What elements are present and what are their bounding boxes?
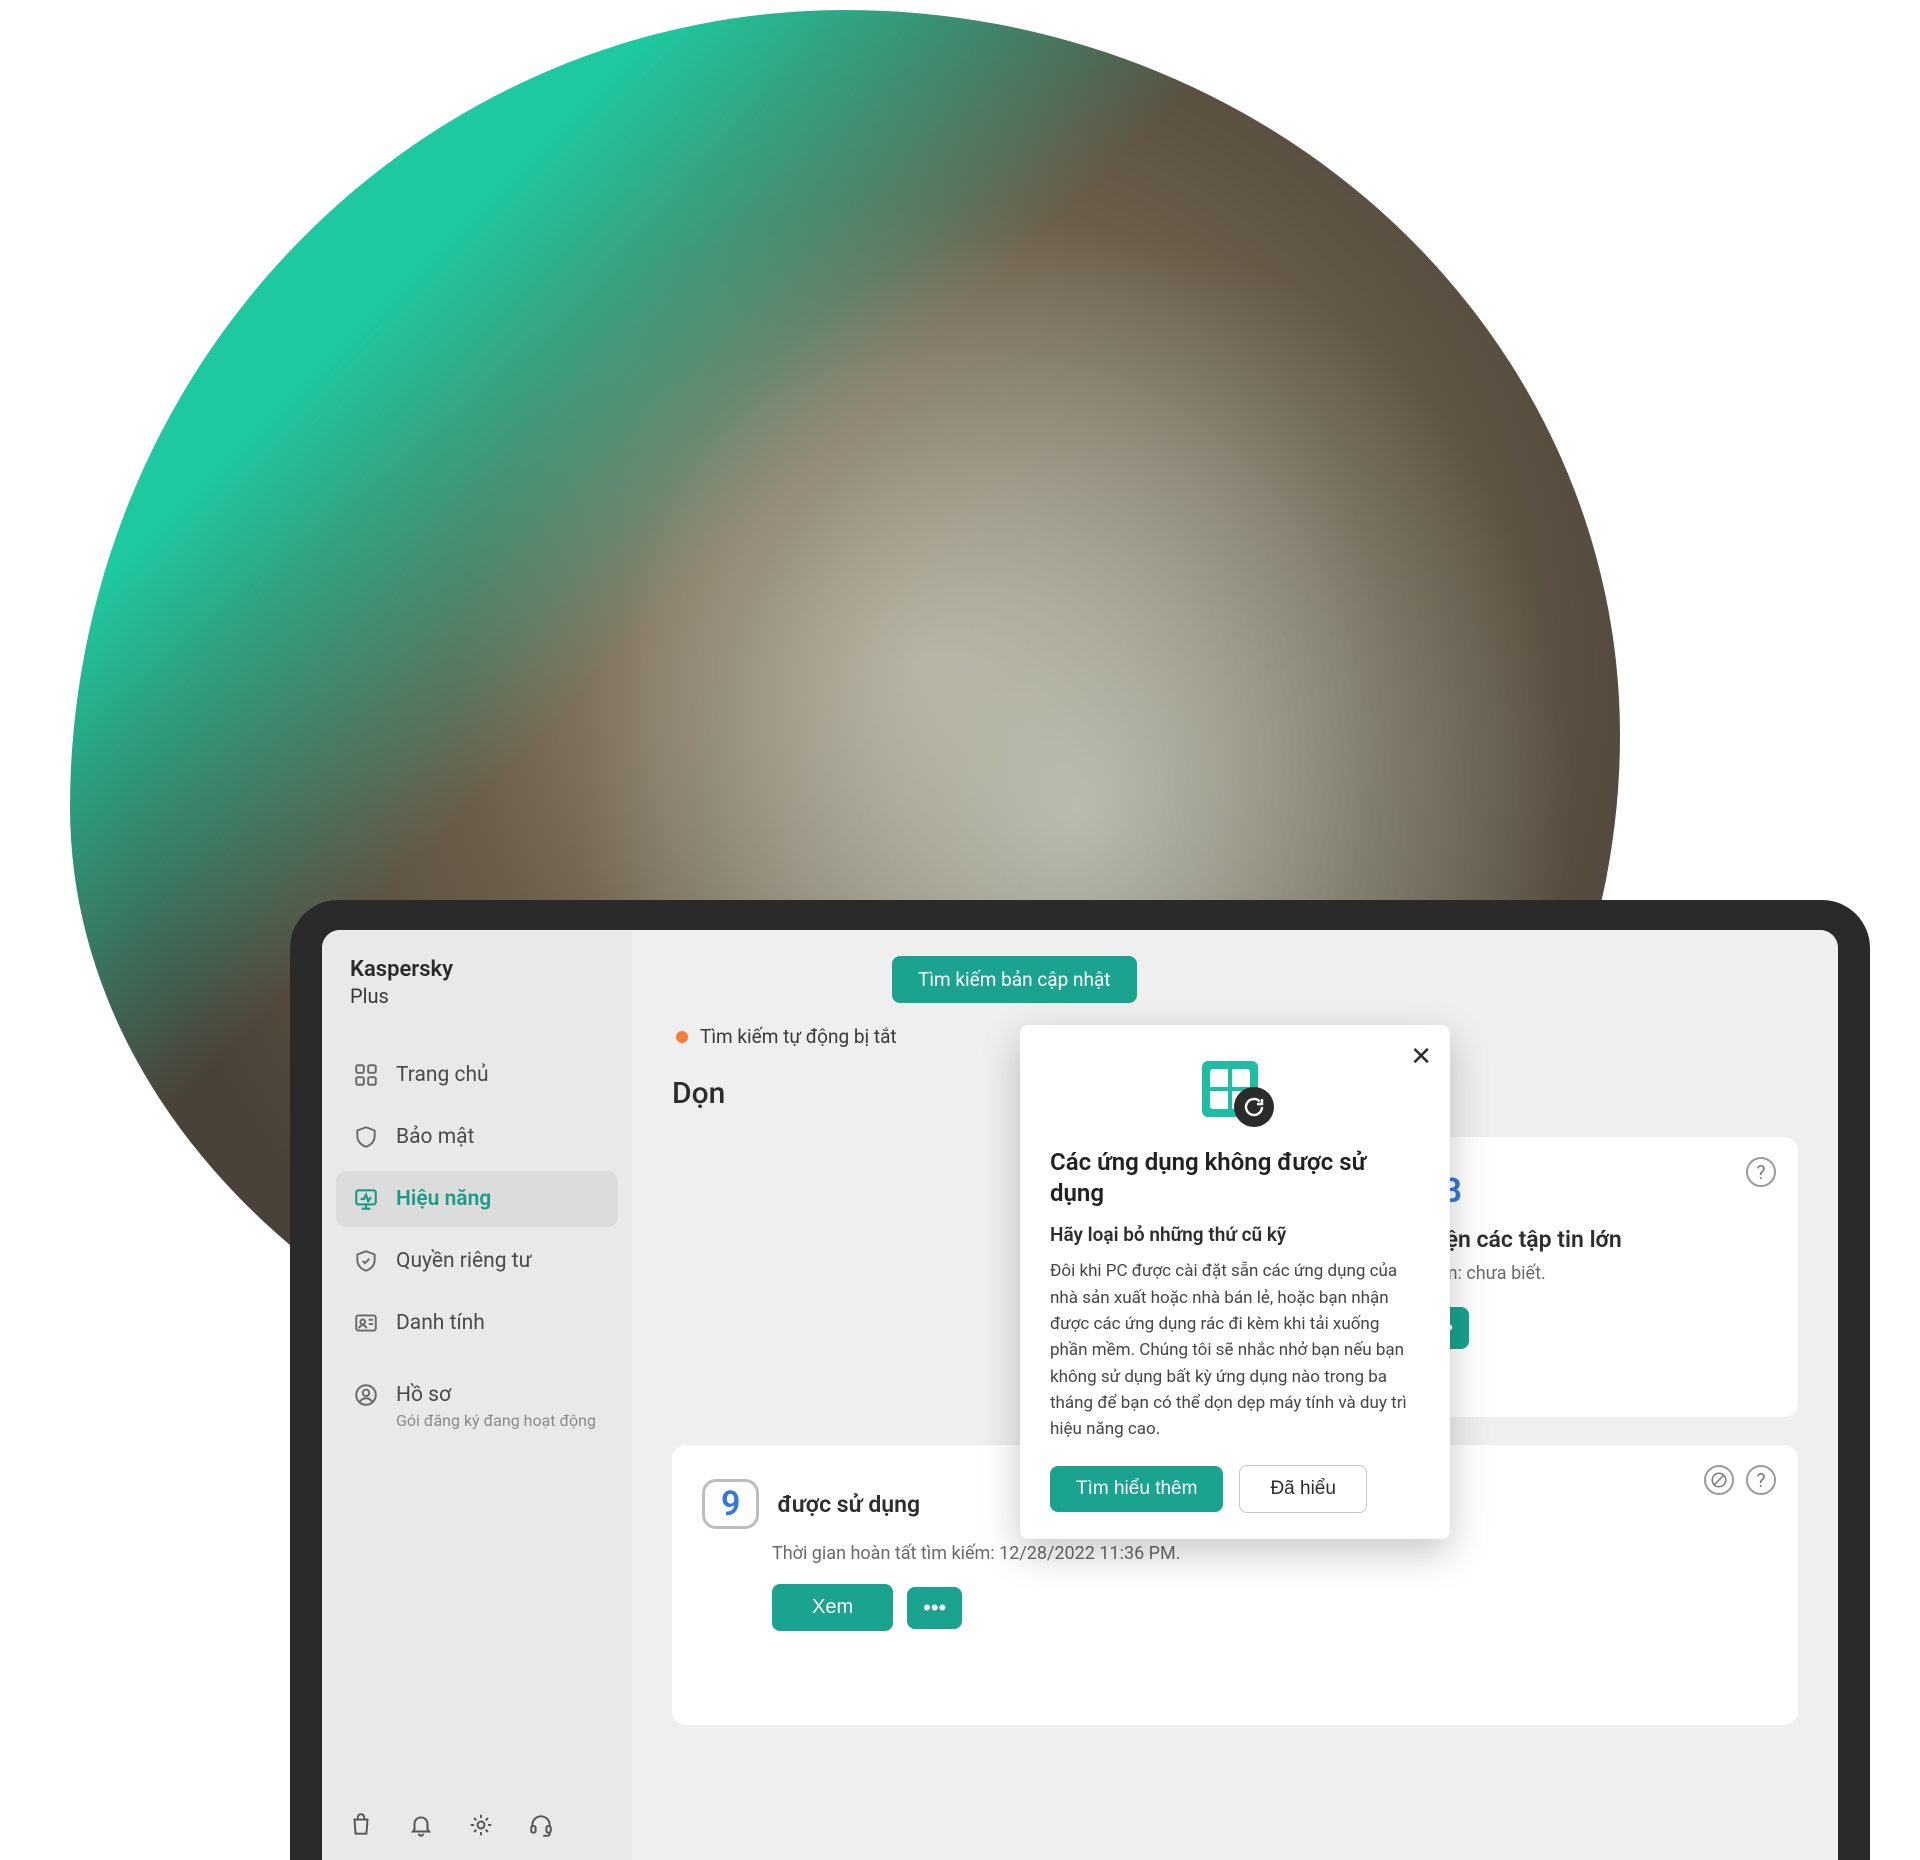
unused-apps-more-button[interactable]: •••: [907, 1587, 962, 1629]
apps-refresh-icon: [1196, 1057, 1274, 1127]
sidebar-item-home[interactable]: Trang chủ: [336, 1047, 618, 1103]
modal-close-button[interactable]: ✕: [1410, 1041, 1432, 1072]
home-grid-icon: [352, 1061, 380, 1089]
id-card-icon: [352, 1309, 380, 1337]
brand-name: Kaspersky: [350, 956, 604, 984]
monitor-speed-icon: [352, 1185, 380, 1213]
unused-apps-time: Thời gian hoàn tất tìm kiếm: 12/28/2022 …: [702, 1543, 1768, 1564]
user-circle-icon: [352, 1381, 380, 1409]
store-icon[interactable]: [348, 1812, 374, 1838]
sidebar-item-label: Quyền riêng tư: [396, 1249, 532, 1273]
help-icon[interactable]: ?: [1746, 1465, 1776, 1495]
modal-subtitle: Hãy loại bỏ những thứ cũ kỹ: [1050, 1223, 1420, 1246]
sidebar-item-label: Trang chủ: [396, 1063, 489, 1087]
sidebar-item-identity[interactable]: Danh tính: [336, 1295, 618, 1351]
headset-icon[interactable]: [528, 1812, 554, 1838]
status-dot-icon: [676, 1031, 688, 1043]
brand: Kaspersky Plus: [322, 956, 632, 1037]
sidebar-item-label: Danh tính: [396, 1311, 485, 1335]
sidebar-item-label: Bảo mật: [396, 1125, 474, 1149]
sidebar-item-privacy[interactable]: Quyền riêng tư: [336, 1233, 618, 1289]
status-text: Tìm kiếm tự động bị tắt: [700, 1025, 897, 1048]
shield-icon: [352, 1123, 380, 1151]
shield-check-icon: [352, 1247, 380, 1275]
sidebar-item-performance[interactable]: Hiệu năng: [336, 1171, 618, 1227]
brand-tier: Plus: [350, 984, 604, 1009]
sidebar-item-security[interactable]: Bảo mật: [336, 1109, 618, 1165]
unused-apps-view-button[interactable]: Xem: [772, 1584, 893, 1631]
sidebar-item-label: Hiệu năng: [396, 1187, 491, 1211]
laptop-frame: ? — ▢ ✕ Kaspersky Plus: [290, 900, 1870, 1860]
main-panel: Tìm kiếm bản cập nhật Tìm kiếm tự động b…: [632, 930, 1838, 1860]
sidebar: Kaspersky Plus Trang chủ: [322, 930, 632, 1860]
modal-learn-more-button[interactable]: Tìm hiểu thêm: [1050, 1466, 1223, 1512]
search-updates-button[interactable]: Tìm kiếm bản cập nhật: [892, 956, 1137, 1003]
profile-subscription-status: Gói đăng ký đang hoạt động: [352, 1411, 602, 1430]
app-window: ? — ▢ ✕ Kaspersky Plus: [322, 930, 1838, 1860]
gear-icon[interactable]: [468, 1812, 494, 1838]
modal-body: Đôi khi PC được cài đặt sẵn các ứng dụng…: [1050, 1258, 1420, 1442]
unused-apps-modal: ✕ Các ứng dụng không được sử dụng Hãy lo…: [1020, 1025, 1450, 1539]
sidebar-item-profile[interactable]: Hồ sơ Gói đăng ký đang hoạt động: [336, 1371, 618, 1440]
bell-icon[interactable]: [408, 1812, 434, 1838]
unused-apps-title: được sử dụng: [777, 1491, 920, 1518]
sidebar-bottom-bar: [322, 1796, 632, 1860]
sidebar-item-label: Hồ sơ: [396, 1383, 451, 1407]
modal-got-it-button[interactable]: Đã hiểu: [1239, 1465, 1367, 1513]
modal-title: Các ứng dụng không được sử dụng: [1050, 1147, 1420, 1209]
help-icon[interactable]: ?: [1746, 1157, 1776, 1187]
sidebar-nav: Trang chủ Bảo mật Hiệu n: [322, 1037, 632, 1361]
unused-apps-count: 9: [702, 1479, 759, 1529]
disable-icon[interactable]: [1704, 1465, 1734, 1495]
